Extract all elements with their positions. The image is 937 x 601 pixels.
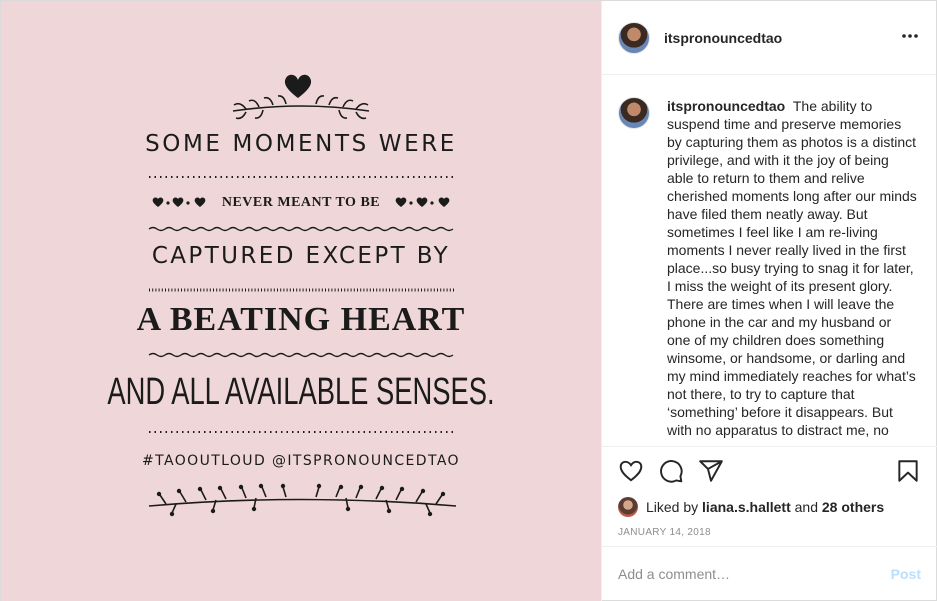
- quote-hashtag: #TAOOUTLOUD @ITSPRONOUNCEDTAO: [142, 453, 460, 469]
- author-username[interactable]: itspronouncedtao: [664, 30, 782, 46]
- caption-username[interactable]: itspronouncedtao: [667, 98, 785, 114]
- instagram-post: SOME MOMENTS WERE NEVER MEANT TO BE CAPT…: [0, 0, 937, 601]
- bookmark-icon[interactable]: [895, 458, 921, 484]
- quote-line-1: SOME MOMENTS WERE: [145, 131, 457, 157]
- wavy-rule: [148, 226, 454, 232]
- likes-summary: Liked by liana.s.hallett and 28 others: [618, 495, 921, 519]
- action-icons: [618, 447, 921, 495]
- bottom-vine-ornament: [148, 486, 457, 514]
- liked-user[interactable]: liana.s.hallett: [702, 499, 791, 515]
- caption-avatar[interactable]: [618, 97, 650, 129]
- quote-line-3: CAPTURED EXCEPT BY: [151, 243, 451, 269]
- liker-avatar[interactable]: [618, 497, 638, 517]
- comments-panel[interactable]: itspronouncedtao The ability to suspend …: [602, 76, 937, 446]
- liked-prefix: Liked by: [646, 499, 699, 515]
- caption-text-block: itspronouncedtao The ability to suspend …: [667, 97, 917, 439]
- caption-text: The ability to suspend time and preserve…: [667, 98, 917, 438]
- caption: itspronouncedtao The ability to suspend …: [618, 97, 921, 439]
- post-image[interactable]: SOME MOMENTS WERE NEVER MEANT TO BE CAPT…: [1, 1, 601, 601]
- more-options-icon[interactable]: [900, 26, 920, 50]
- comment-icon[interactable]: [658, 458, 684, 484]
- post-sidebar: itspronouncedtao itspronouncedtao The ab…: [601, 1, 937, 601]
- share-icon[interactable]: [698, 458, 724, 484]
- heart-ornament: [284, 74, 312, 98]
- post-header: itspronouncedtao: [602, 1, 936, 75]
- top-vine-ornament: [232, 95, 370, 120]
- heart-icon[interactable]: [618, 458, 644, 484]
- quote-line-2: NEVER MEANT TO BE: [221, 195, 381, 210]
- actions-section: Liked by liana.s.hallett and 28 others J…: [602, 446, 937, 546]
- post-date[interactable]: JANUARY 14, 2018: [618, 523, 921, 543]
- post-comment-button[interactable]: Post: [891, 566, 921, 582]
- liked-others[interactable]: 28 others: [822, 499, 884, 515]
- liked-and: and: [794, 499, 818, 515]
- comment-input[interactable]: [618, 566, 891, 582]
- add-comment-bar: Post: [602, 546, 937, 601]
- quote-line-4: A BEATING HEART: [136, 301, 466, 338]
- wavy-rule-2: [148, 352, 454, 358]
- author-avatar[interactable]: [618, 21, 650, 54]
- quote-line-5: AND ALL AVAILABLE SENSES.: [107, 371, 495, 413]
